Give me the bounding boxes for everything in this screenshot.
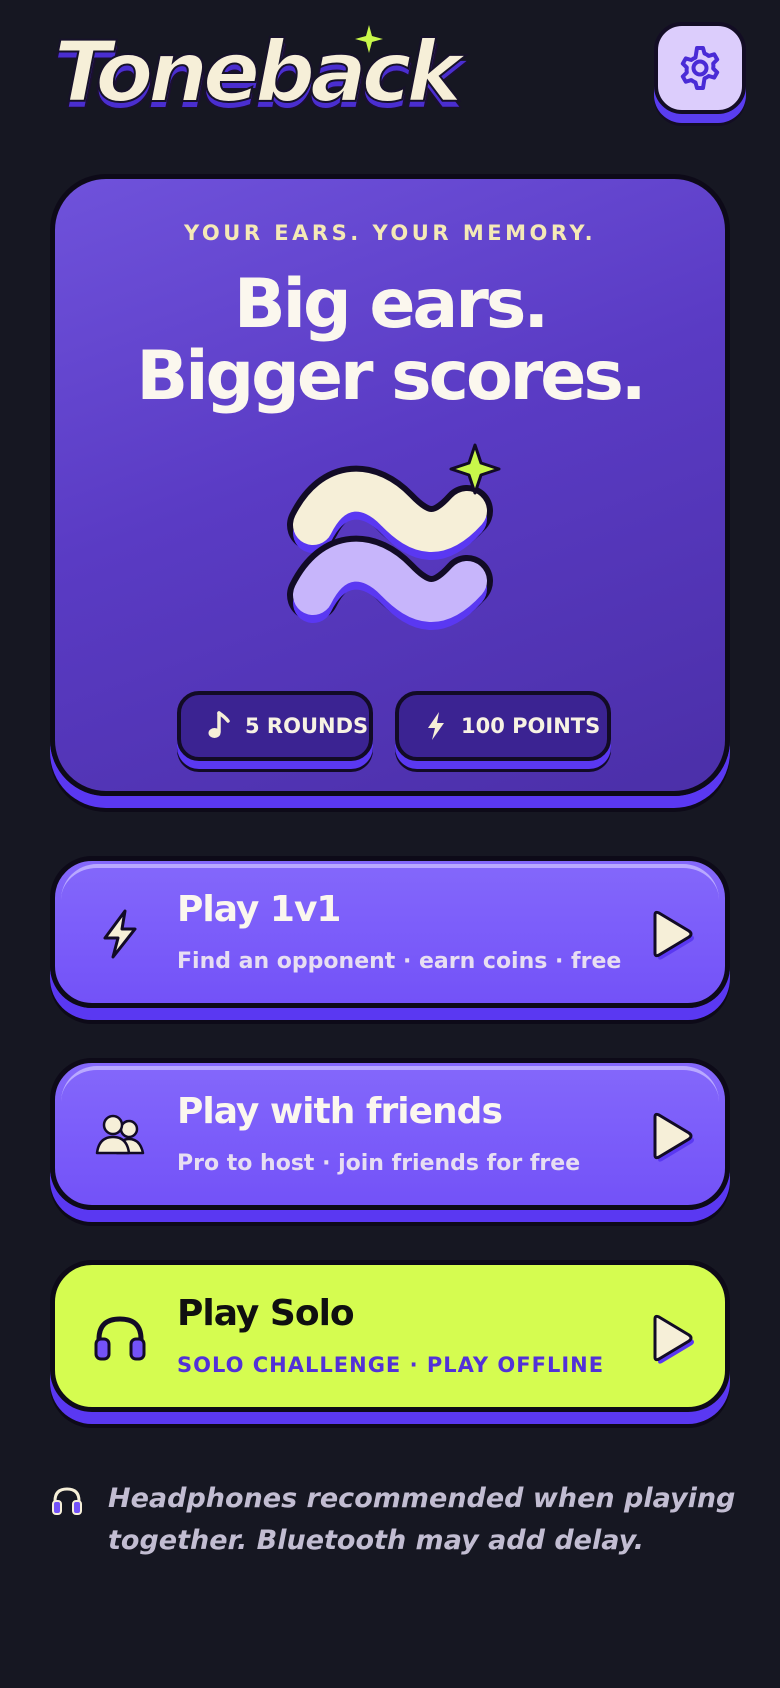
notice-text: Headphones recommended when playing toge… (108, 1483, 736, 1556)
headphones-icon (94, 1316, 146, 1361)
points-label: 100 POINTS (461, 714, 601, 738)
lightning-icon (428, 712, 444, 740)
hero-card: YOUR EARS. YOUR MEMORY. Big ears. Bigger… (50, 174, 730, 796)
play-1v1-button[interactable]: Play 1v1 Find an opponent · earn coins ·… (50, 856, 730, 1008)
sound-waves-icon (287, 443, 501, 630)
headline-line-1: Big ears. (233, 265, 549, 344)
music-note-icon (208, 711, 230, 738)
gear-icon (680, 46, 720, 90)
friends-icon (95, 1114, 145, 1155)
headphones-icon (52, 1487, 82, 1515)
hero-eyebrow: YOUR EARS. YOUR MEMORY. (183, 221, 597, 245)
sparkle-icon (355, 25, 383, 53)
headline-line-2: Bigger scores. (136, 337, 646, 416)
mode-subtitle: Pro to host · join friends for free (177, 1151, 581, 1176)
lightning-icon (103, 909, 137, 959)
app-logo: Toneback (53, 23, 463, 121)
app-header: Toneback (0, 0, 780, 140)
play-solo-button[interactable]: Play Solo SOLO CHALLENGE · PLAY OFFLINE (50, 1260, 730, 1412)
play-icon (653, 910, 694, 960)
points-pill: 100 POINTS (395, 691, 611, 761)
play-icon (653, 1314, 694, 1364)
mode-title: Play 1v1 (177, 889, 341, 930)
mode-title: Play with friends (177, 1091, 503, 1132)
rounds-pill: 5 ROUNDS (177, 691, 373, 761)
settings-button[interactable] (654, 22, 746, 114)
mode-subtitle: SOLO CHALLENGE · PLAY OFFLINE (177, 1353, 605, 1377)
mode-title: Play Solo (177, 1293, 355, 1334)
play-with-friends-button[interactable]: Play with friends Pro to host · join fri… (50, 1058, 730, 1210)
rounds-label: 5 ROUNDS (245, 714, 369, 738)
play-icon (653, 1112, 694, 1162)
mode-subtitle: Find an opponent · earn coins · free (177, 949, 622, 974)
hero-headline: Big ears. Bigger scores. (55, 269, 725, 413)
